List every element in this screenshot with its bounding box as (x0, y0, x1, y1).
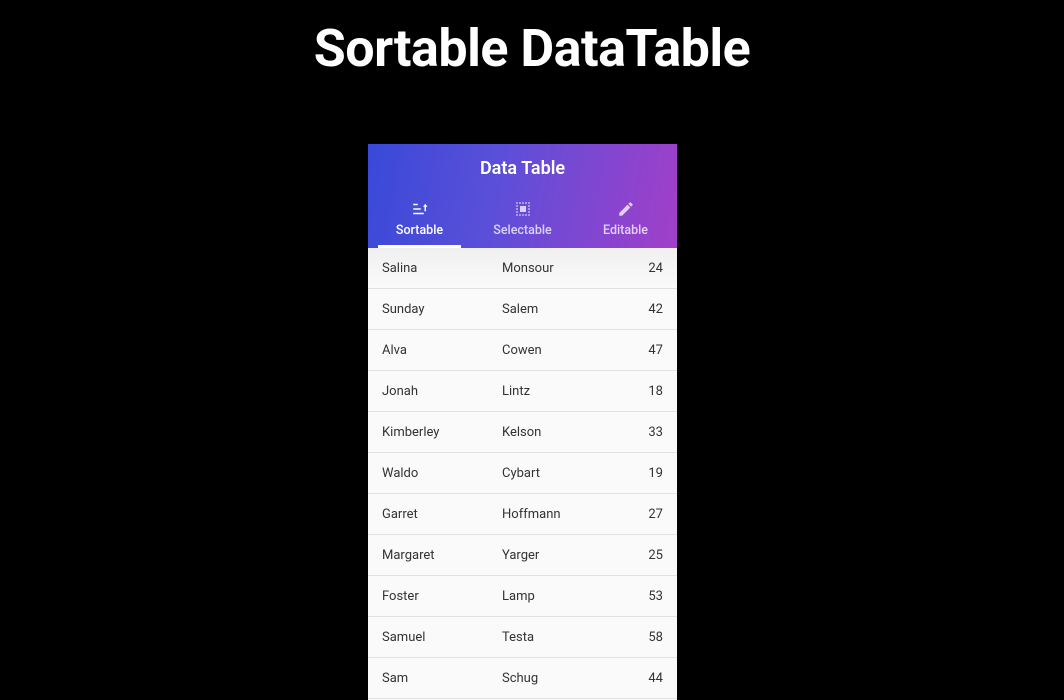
cell-last-name: Testa (502, 630, 633, 645)
cell-age: 24 (633, 261, 663, 276)
cell-first-name: Samuel (382, 630, 502, 645)
cell-first-name: Kimberley (382, 425, 502, 440)
table-row[interactable]: MargaretYarger25 (368, 535, 677, 576)
cell-last-name: Kelson (502, 425, 633, 440)
cell-age: 33 (633, 425, 663, 440)
app-bar: Data Table Sortable Selectable Editable (368, 144, 677, 248)
cell-age: 18 (633, 384, 663, 399)
table-row[interactable]: JonahLintz18 (368, 371, 677, 412)
table-row[interactable]: FosterLamp53 (368, 576, 677, 617)
table-row[interactable]: KimberleyKelson33 (368, 412, 677, 453)
cell-last-name: Lamp (502, 589, 633, 604)
table-row[interactable]: WaldoCybart19 (368, 453, 677, 494)
cell-age: 44 (633, 671, 663, 686)
tab-bar: Sortable Selectable Editable (368, 193, 677, 248)
table-row[interactable]: SalinaMonsour24 (368, 248, 677, 289)
tab-editable[interactable]: Editable (574, 193, 677, 248)
table-row[interactable]: AlvaCowen47 (368, 330, 677, 371)
cell-last-name: Lintz (502, 384, 633, 399)
cell-first-name: Waldo (382, 466, 502, 481)
cell-age: 42 (633, 302, 663, 317)
app-bar-title: Data Table (368, 158, 677, 193)
table-row[interactable]: SamuelTesta58 (368, 617, 677, 658)
cell-last-name: Yarger (502, 548, 633, 563)
tab-sortable[interactable]: Sortable (368, 193, 471, 248)
tab-selectable[interactable]: Selectable (471, 193, 574, 248)
tab-label: Editable (574, 223, 677, 238)
edit-icon (574, 199, 677, 219)
cell-last-name: Cowen (502, 343, 633, 358)
page-title: Sortable DataTable (0, 0, 1064, 79)
select-icon (471, 199, 574, 219)
cell-age: 27 (633, 507, 663, 522)
cell-age: 58 (633, 630, 663, 645)
phone-frame: Data Table Sortable Selectable Editable (368, 144, 677, 700)
cell-last-name: Schug (502, 671, 633, 686)
cell-first-name: Margaret (382, 548, 502, 563)
cell-age: 19 (633, 466, 663, 481)
cell-last-name: Salem (502, 302, 633, 317)
cell-first-name: Foster (382, 589, 502, 604)
cell-last-name: Hoffmann (502, 507, 633, 522)
cell-last-name: Cybart (502, 466, 633, 481)
cell-first-name: Salina (382, 261, 502, 276)
data-table: SalinaMonsour24SundaySalem42AlvaCowen47J… (368, 248, 677, 699)
table-row[interactable]: SundaySalem42 (368, 289, 677, 330)
cell-last-name: Monsour (502, 261, 633, 276)
table-row[interactable]: GarretHoffmann27 (368, 494, 677, 535)
sort-az-icon (368, 199, 471, 219)
tab-label: Selectable (471, 223, 574, 238)
table-row[interactable]: SamSchug44 (368, 658, 677, 699)
cell-first-name: Sam (382, 671, 502, 686)
cell-age: 53 (633, 589, 663, 604)
cell-first-name: Alva (382, 343, 502, 358)
cell-first-name: Jonah (382, 384, 502, 399)
cell-age: 25 (633, 548, 663, 563)
tab-label: Sortable (368, 223, 471, 238)
cell-age: 47 (633, 343, 663, 358)
cell-first-name: Garret (382, 507, 502, 522)
cell-first-name: Sunday (382, 302, 502, 317)
